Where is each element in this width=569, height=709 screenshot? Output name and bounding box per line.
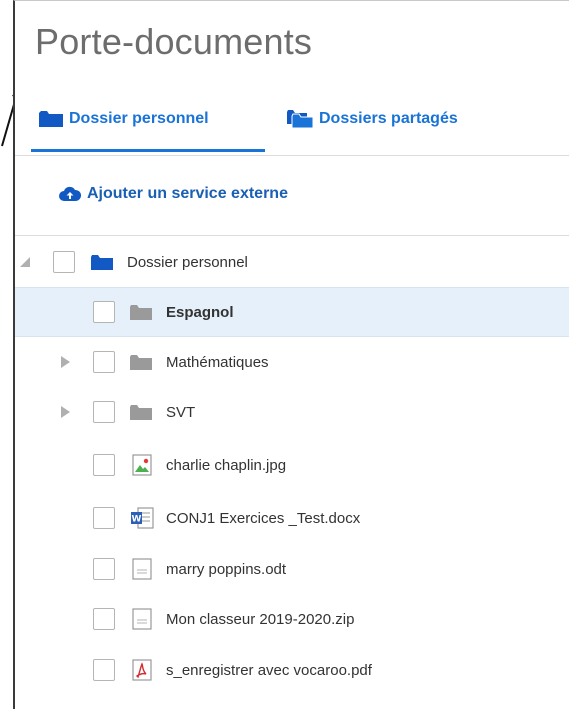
tree-item-label: charlie chaplin.jpg: [166, 456, 287, 474]
tree-checkbox[interactable]: [93, 454, 115, 476]
tree-item-label: SVT: [166, 403, 196, 421]
divider: [15, 235, 569, 236]
tab-shared-folders[interactable]: Dossiers partagés: [287, 97, 458, 141]
tree-item-svt[interactable]: SVT: [15, 387, 569, 437]
tree-item-file[interactable]: marry poppins.odt: [15, 544, 569, 594]
cloud-upload-icon: [59, 186, 81, 202]
shared-folders-icon: [287, 109, 313, 129]
documents-panel: Porte-documents Dossier personnel Dossie…: [13, 0, 569, 709]
tree-item-mathematiques[interactable]: Mathématiques: [15, 337, 569, 387]
folder-icon: [130, 304, 152, 321]
image-file-icon: [132, 454, 152, 476]
tree-root-row[interactable]: Dossier personnel: [15, 237, 569, 287]
folder-icon: [91, 254, 113, 271]
document-file-icon: [132, 558, 152, 580]
tree-item-file[interactable]: Mon classeur 2019-2020.zip: [15, 594, 569, 644]
tree-item-label: marry poppins.odt: [166, 560, 287, 578]
folder-icon: [39, 110, 63, 128]
document-file-icon: [132, 608, 152, 630]
tree-item-espagnol[interactable]: Espagnol: [15, 287, 569, 337]
tree-item-file[interactable]: charlie chaplin.jpg: [15, 440, 569, 490]
tree-item-label: CONJ1 Exercices _Test.docx: [166, 509, 361, 527]
expand-triangle-icon[interactable]: [59, 356, 71, 368]
expand-triangle-icon[interactable]: [59, 406, 71, 418]
tree-item-file[interactable]: W CONJ1 Exercices _Test.docx: [15, 493, 569, 543]
active-tab-indicator: [31, 149, 265, 152]
tree-item-label: Espagnol: [166, 303, 234, 321]
tab-bar: Dossier personnel Dossiers partagés: [15, 81, 569, 156]
pdf-file-icon: [132, 659, 152, 681]
tree-item-label: Mathématiques: [166, 353, 269, 371]
tree-checkbox[interactable]: [93, 507, 115, 529]
tab-label: Dossiers partagés: [319, 110, 458, 127]
tree-checkbox[interactable]: [93, 608, 115, 630]
tree-checkbox[interactable]: [93, 401, 115, 423]
tree-checkbox[interactable]: [93, 659, 115, 681]
tab-label: Dossier personnel: [69, 110, 209, 127]
svg-text:W: W: [132, 515, 142, 525]
tree-checkbox[interactable]: [93, 351, 115, 373]
tree-checkbox[interactable]: [93, 558, 115, 580]
tree-item-file[interactable]: s_enregistrer avec vocaroo.pdf: [15, 645, 569, 695]
word-file-icon: W: [130, 507, 154, 529]
tree-item-label: Dossier personnel: [127, 253, 248, 271]
tree-item-label: Mon classeur 2019-2020.zip: [166, 610, 355, 628]
add-external-service-label: Ajouter un service externe: [87, 185, 288, 202]
folder-icon: [130, 404, 152, 421]
collapse-triangle-icon[interactable]: [19, 256, 31, 268]
add-external-service-button[interactable]: Ajouter un service externe: [59, 185, 288, 203]
tab-personal-folder[interactable]: Dossier personnel: [39, 97, 209, 141]
folder-icon: [130, 354, 152, 371]
tree-item-label: s_enregistrer avec vocaroo.pdf: [166, 661, 372, 679]
tree-checkbox[interactable]: [53, 251, 75, 273]
tree-checkbox[interactable]: [93, 301, 115, 323]
page-title: Porte-documents: [35, 21, 313, 62]
